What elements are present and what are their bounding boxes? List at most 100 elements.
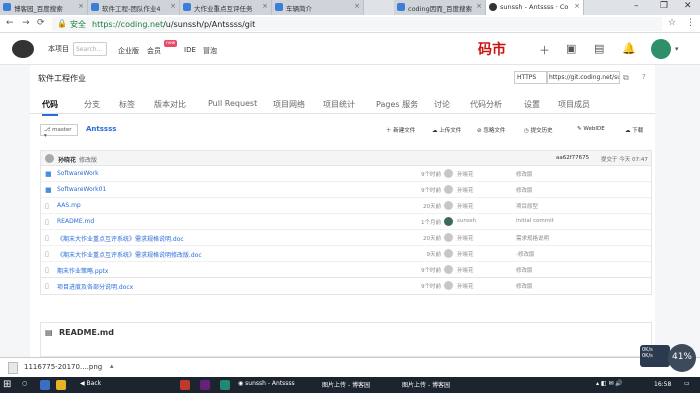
copy-icon[interactable]: ⧉ (623, 73, 629, 83)
speed-indicator[interactable]: 41% (668, 344, 696, 372)
search-icon[interactable]: ○ (22, 380, 27, 387)
windows-start-icon[interactable]: ⊞ (3, 379, 11, 390)
ignore-file-button[interactable]: ⊘ 忽略文件 (477, 126, 505, 134)
address-bar: ← → ⟳ 🔒 安全 https://coding.net/u/sunssh/p/… (0, 15, 700, 33)
webide-button[interactable]: ✎ WebIDE (577, 126, 605, 132)
table-row[interactable]: ▯ README.md 1个月前 sunssh Initial commit (41, 214, 651, 230)
nav-enterprise[interactable]: 企业版 (118, 46, 139, 56)
coding-logo-icon[interactable] (12, 40, 34, 58)
avatar (444, 185, 453, 194)
browser-tab[interactable]: 大作业重点互评任务 × (180, 0, 272, 15)
browser-tab[interactable]: 博客园_百度搜索 × (0, 0, 88, 15)
protocol-select[interactable]: HTTPS (514, 71, 548, 84)
upload-file-button[interactable]: ☁ 上传文件 (432, 126, 461, 134)
commit-message[interactable]: 修改版 (79, 155, 97, 164)
repo-panel: ⎇ master ▾ Antssss ＋ 新建文件 ☁ 上传文件 ⊘ 忽略文件 … (30, 114, 655, 357)
back-icon[interactable]: ← (6, 18, 14, 28)
taskbar-app[interactable]: 图片上传 - 博客园 (322, 380, 370, 389)
close-window-icon[interactable]: ✕ (684, 1, 692, 11)
close-icon[interactable]: × (574, 2, 580, 10)
avatar (444, 249, 453, 258)
reload-icon[interactable]: ⟳ (37, 18, 45, 28)
download-item[interactable]: 1116775-20170....png (24, 363, 102, 371)
new-file-button[interactable]: ＋ 新建文件 (386, 126, 415, 134)
project-tabs: 代码 分支 标签 版本对比 Pull Request 项目网络 项目统计 Pag… (30, 93, 655, 116)
lock-icon: 🔒 (57, 19, 67, 28)
table-row[interactable]: ▯ 期末作业策略.pptx 9个时前 孙晓花 修改版 (41, 262, 651, 278)
task-view-icon[interactable] (40, 380, 50, 390)
tab-settings[interactable]: 设置 (524, 99, 540, 110)
app-header: 本项目 Search... 企业版 会员 new IDE 冒泡 码市 ＋ ▣ ▤… (0, 33, 700, 65)
tab-branches[interactable]: 分支 (84, 99, 100, 110)
tab-favicon-icon (183, 3, 191, 11)
project-title[interactable]: 软件工程作业 (38, 73, 86, 84)
notification-icon[interactable]: ▭ (684, 380, 690, 387)
chevron-up-icon[interactable]: ▴ (110, 362, 114, 370)
table-row[interactable]: ■ SoftwareWork 9个时前 孙晓花 修改版 (41, 166, 651, 182)
table-row[interactable]: ▯ 《期末大作业重点互评系统》需求规格说明.doc 20天前 孙晓花 需求规格说明 (41, 230, 651, 246)
commit-history-button[interactable]: ◷ 提交历史 (524, 126, 553, 134)
table-row[interactable]: ■ SoftwareWork01 9个时前 孙晓花 修改版 (41, 182, 651, 198)
user-avatar[interactable] (651, 39, 671, 59)
close-icon[interactable]: × (170, 2, 176, 10)
clock[interactable]: 16:58 (654, 381, 671, 388)
browser-tab[interactable]: 软件工程-团队作业4 × (88, 0, 180, 15)
nav-ide[interactable]: IDE (184, 46, 196, 54)
taskbar-app-chrome[interactable]: ◉ sunssh - Antssss (238, 380, 295, 387)
download-button[interactable]: ☁ 下载 (625, 126, 643, 134)
browser-tab-active[interactable]: sunssh - Antssss · Co × (486, 0, 584, 15)
tab-pull-request[interactable]: Pull Request (208, 99, 257, 108)
minimize-icon[interactable]: – (634, 1, 639, 11)
commit-author[interactable]: 孙晓花 (58, 155, 76, 164)
plus-icon[interactable]: ＋ (539, 42, 550, 58)
close-icon[interactable]: × (262, 2, 268, 10)
close-icon[interactable]: × (476, 2, 482, 10)
file-explorer-icon[interactable] (56, 380, 66, 390)
mashi-brand-logo[interactable]: 码市 (478, 39, 506, 59)
tab-pages[interactable]: Pages 服务 (376, 99, 418, 110)
avatar (444, 169, 453, 178)
branch-select[interactable]: ⎇ master ▾ (40, 124, 78, 139)
forward-icon[interactable]: → (22, 18, 30, 28)
avatar (444, 201, 453, 210)
tab-compare[interactable]: 版本对比 (154, 99, 186, 110)
taskbar-app[interactable]: ◀ Back (80, 380, 101, 387)
commit-hash[interactable]: aa62f77675 (556, 155, 589, 161)
menu-icon[interactable]: ⋮ (686, 18, 695, 28)
maximize-icon[interactable]: ❐ (660, 1, 668, 11)
tab-network[interactable]: 项目网络 (273, 99, 305, 110)
project-scope-label[interactable]: 本项目 (48, 44, 69, 54)
url-field[interactable]: 🔒 安全 https://coding.net/u/sunssh/p/Antsss… (52, 17, 662, 31)
tab-stats[interactable]: 项目统计 (323, 99, 355, 110)
chevron-down-icon[interactable]: ▾ (675, 45, 679, 53)
nav-bubble[interactable]: 冒泡 (203, 46, 217, 56)
folder-icon[interactable]: ▣ (566, 42, 576, 55)
tab-tags[interactable]: 标签 (119, 99, 135, 110)
commit-time: 提交于 今天 07:47 (601, 157, 648, 163)
visual-studio-icon[interactable] (200, 380, 210, 390)
search-input[interactable]: Search... (73, 42, 107, 56)
browser-tab[interactable]: coding因而_百度搜索 × (394, 0, 486, 15)
tab-members[interactable]: 项目成员 (558, 99, 590, 110)
close-icon[interactable]: × (78, 2, 84, 10)
tab-favicon-icon (397, 3, 405, 11)
tab-analysis[interactable]: 代码分析 (470, 99, 502, 110)
system-tray-icons[interactable]: ▴ ◧ ✉ 🔊 (596, 380, 623, 387)
browser-tab[interactable]: 车辆简介 × (272, 0, 364, 15)
table-row[interactable]: ▯ AAS.mp 20天前 孙晓花 项目原型 (41, 198, 651, 214)
bookmark-star-icon[interactable]: ☆ (668, 18, 676, 28)
help-icon[interactable]: ? (642, 73, 646, 81)
tab-discussion[interactable]: 讨论 (434, 99, 450, 110)
git-url-field[interactable]: https://git.coding.net/su (546, 71, 620, 84)
repo-name[interactable]: Antssss (86, 125, 116, 133)
task-icon[interactable]: ▤ (594, 42, 604, 55)
table-row[interactable]: ▯ 《期末大作业重点互评系统》需求规格说明修改版.doc 9天前 孙晓花 -修改版 (41, 246, 651, 262)
app-icon[interactable] (220, 380, 230, 390)
table-row[interactable]: ▯ 项目进度及各部分说明.docx 9个时前 孙晓花 修改版 (41, 278, 651, 294)
nav-member[interactable]: 会员 (147, 46, 161, 56)
net-speed-widget: 0K/s 0K/s (640, 345, 670, 367)
app-icon[interactable] (180, 380, 190, 390)
bell-icon[interactable]: 🔔 (622, 42, 636, 55)
close-icon[interactable]: × (354, 2, 360, 10)
taskbar-app[interactable]: 图片上传 - 博客园 (402, 380, 450, 389)
